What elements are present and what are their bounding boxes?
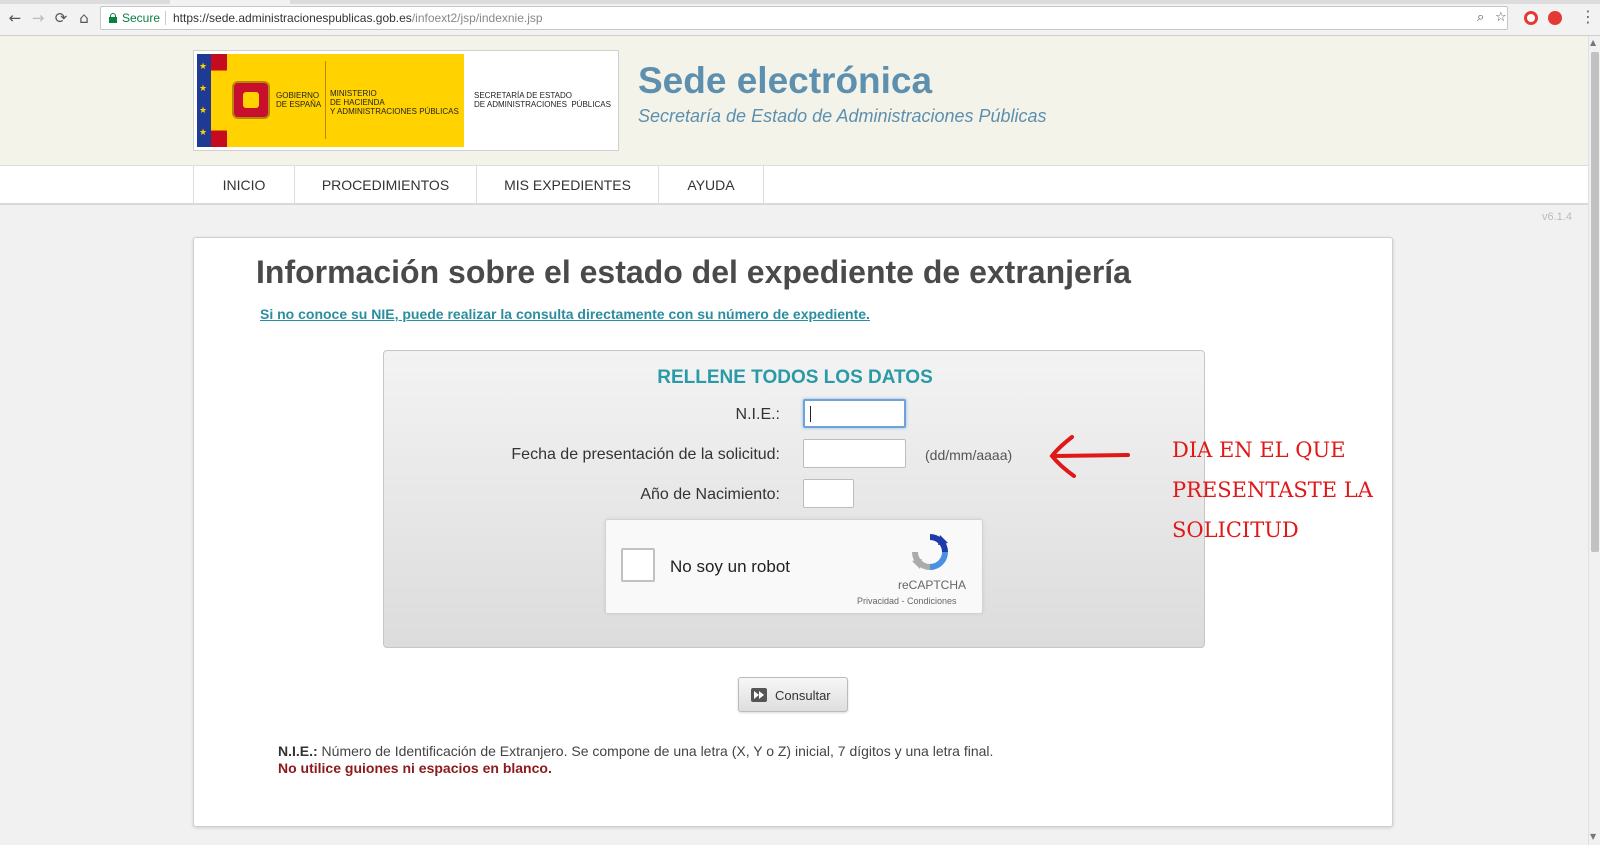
active-tab[interactable] [170,0,290,4]
annotation-line: DIA EN EL QUE [1172,438,1346,462]
site-subtitle: Secretaría de Estado de Administraciones… [638,106,1047,126]
anio-input[interactable] [803,479,854,508]
nav-item-ayuda[interactable]: AYUDA [658,166,764,205]
home-icon[interactable]: ⌂ [75,9,93,27]
reload-icon[interactable]: ⟳ [52,9,70,27]
annotation-text: DIA EN EL QUE PRESENTASTE LA SOLICITUD [1172,430,1373,550]
scroll-up-icon[interactable]: ▲ [1590,38,1596,47]
nav-item-procedimientos[interactable]: PROCEDIMIENTOS [294,166,476,205]
fecha-label: Fecha de presentación de la solicitud: [511,446,780,463]
nie-label: N.I.E.: [735,406,780,423]
eu-flag: ★ ★ ★ ★ [197,54,211,147]
annotation-arrow-icon [1049,435,1130,478]
recaptcha-widget: No soy un robot reCAPTCHA Privacidad - C… [605,519,983,614]
logo-secretaria-text: SECRETARÍA DE ESTADO DE ADMINISTRACIONES… [474,91,611,109]
scroll-thumb[interactable] [1591,52,1599,552]
forward-icon[interactable]: → [29,9,47,27]
scroll-down-icon[interactable]: ▼ [1590,832,1596,841]
omnibox-divider [165,11,166,25]
coat-of-arms-icon [232,81,270,119]
opera-extension-icon[interactable] [1524,11,1538,25]
browser-toolbar: ← → ⟳ ⌂ Secure https://sede.administraci… [0,0,1600,36]
lock-icon [109,13,117,23]
secure-label: Secure [122,11,161,25]
version-label: v6.1.4 [1542,211,1572,223]
address-bar[interactable]: Secure https://sede.administracionespubl… [100,6,1508,30]
government-logo[interactable]: ★ ★ ★ ★ GOBIERNO DE ESPAÑA MINISTERIO DE… [193,50,619,151]
recaptcha-checkbox[interactable] [621,548,655,582]
consultar-label: Consultar [775,688,831,703]
text-caret [810,406,811,422]
fast-forward-icon [751,688,767,702]
back-icon[interactable]: ← [6,9,24,27]
logo-divider [325,61,326,139]
annotation-line: SOLICITUD [1172,518,1299,542]
nie-input[interactable] [803,399,906,428]
expediente-search-link[interactable]: Si no conoce su NIE, puede realizar la c… [260,306,870,322]
logo-gobierno-text: GOBIERNO DE ESPAÑA [276,91,322,109]
recaptcha-label: No soy un robot [670,557,791,576]
nav-item-mis-expedientes[interactable]: MIS EXPEDIENTES [476,166,658,205]
consultar-button[interactable]: Consultar [738,677,848,712]
recaptcha-privacy-links[interactable]: Privacidad - Condiciones [857,596,957,606]
nav-item-inicio[interactable]: INICIO [193,166,294,205]
annotation-line: PRESENTASTE LA [1172,478,1373,502]
site-title: Sede electrónica [638,60,933,101]
format-warning: No utilice guiones ni espacios en blanco… [278,760,552,776]
menu-icon[interactable]: ⋮ [1580,8,1596,26]
form-heading: RELLENE TODOS LOS DATOS [657,367,933,388]
fecha-input[interactable] [803,439,906,468]
nie-footnote: N.I.E.: Número de Identificación de Extr… [278,743,994,759]
url-text[interactable]: https://sede.administracionespublicas.go… [173,11,543,25]
date-format-hint: (dd/mm/aaaa) [925,447,1013,463]
main-navigation: INICIO PROCEDIMIENTOS MIS EXPEDIENTES AY… [0,166,1588,205]
star-icon[interactable]: ☆ [1495,10,1507,25]
recaptcha-brand: reCAPTCHA [898,578,967,592]
query-form: RELLENE TODOS LOS DATOS N.I.E.: Fecha de… [383,350,1205,648]
page-title: Información sobre el estado del expedien… [256,254,1131,290]
zoom-icon[interactable]: ⌕ [1477,10,1484,25]
anio-label: Año de Nacimiento: [640,486,780,503]
logo-ministerio-text: MINISTERIO DE HACIENDA Y ADMINISTRACIONE… [330,89,459,116]
page-scrollbar[interactable]: ▲ ▼ [1588,36,1600,845]
blocker-extension-icon[interactable] [1548,11,1562,25]
site-header: ★ ★ ★ ★ GOBIERNO DE ESPAÑA MINISTERIO DE… [0,36,1588,166]
recaptcha-icon [912,534,948,570]
